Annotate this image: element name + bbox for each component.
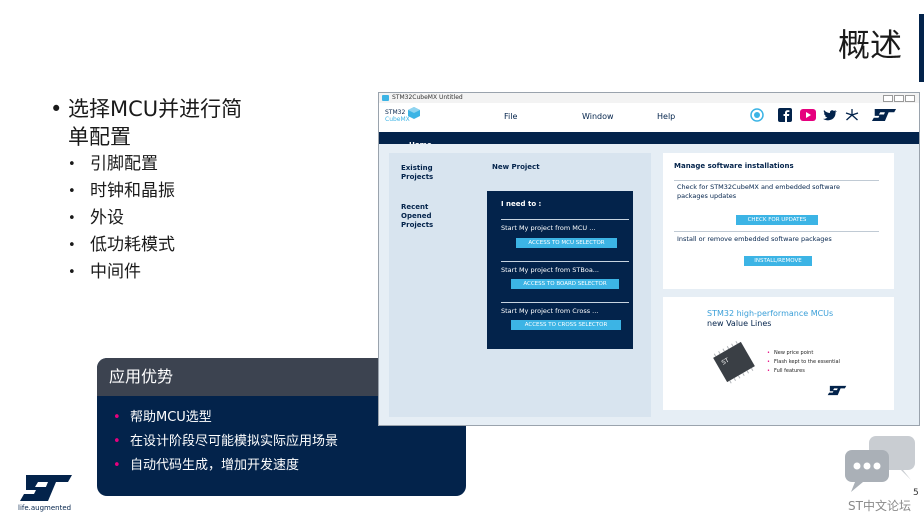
st-logo-icon[interactable]: [871, 108, 897, 122]
promo-subtitle: new Value Lines: [707, 319, 772, 328]
separator: [501, 219, 629, 220]
mcu-chip-icon: ST: [713, 341, 755, 384]
window-title: STM32CubeMX Untitled: [392, 94, 463, 101]
access-cross-selector-button[interactable]: ACCESS TO CROSS SELECTOR: [511, 320, 621, 330]
sub-bullet: • 中间件: [68, 262, 141, 282]
separator: [674, 180, 879, 181]
project-panel: Existing Projects Recent Opened Projects…: [389, 153, 651, 417]
option-board-text: Start My project from STBoa...: [501, 266, 599, 274]
advantage-item: • 在设计阶段尽可能模拟实际应用场景: [113, 434, 339, 449]
st-logo-icon: [827, 385, 847, 396]
bullet-main: • 选择MCU并进行简 单配置: [50, 97, 243, 149]
twitter-icon[interactable]: [823, 109, 837, 121]
slide-title: 概述: [837, 26, 902, 64]
close-button[interactable]: [905, 95, 915, 102]
title-accent-bar: [919, 14, 924, 82]
home-content: Existing Projects Recent Opened Projects…: [379, 144, 919, 425]
access-mcu-selector-button[interactable]: ACCESS TO MCU SELECTOR: [516, 238, 617, 248]
menu-help[interactable]: Help: [657, 112, 675, 121]
maximize-button[interactable]: [894, 95, 904, 102]
app-icon: [382, 95, 389, 101]
window-controls: [883, 95, 915, 102]
option-mcu-text: Start My project from MCU ...: [501, 224, 596, 232]
promo-panel[interactable]: STM32 high-performance MCUs new Value Li…: [663, 297, 894, 410]
bullet-main-line1: 选择MCU并进行简: [68, 97, 243, 121]
option-cross-text: Start My project from Cross ...: [501, 307, 599, 315]
manage-title: Manage software installations: [674, 162, 794, 170]
bullet-main-line2: 单配置: [68, 125, 131, 149]
new-project-label: New Project: [492, 163, 540, 171]
st-logo-icon: [20, 475, 72, 501]
cubemx-window: STM32CubeMX Untitled STM32 CubeMX File Wi…: [378, 92, 920, 426]
install-remove-button[interactable]: INSTALL/REMOVE: [744, 256, 812, 266]
window-titlebar: STM32CubeMX Untitled: [379, 93, 919, 103]
existing-projects-link[interactable]: Existing Projects: [401, 164, 446, 182]
check-for-updates-button[interactable]: CHECK FOR UPDATES: [736, 215, 818, 225]
separator: [501, 261, 629, 262]
page-number: 5: [913, 488, 919, 498]
forum-label: ST中文论坛: [848, 499, 911, 513]
advantage-item: • 自动代码生成，增加开发速度: [113, 458, 300, 473]
minimize-button[interactable]: [883, 95, 893, 102]
promo-feature: • Full features: [767, 368, 805, 374]
sub-bullet: • 引脚配置: [68, 154, 158, 174]
separator: [501, 302, 629, 303]
menu-window[interactable]: Window: [582, 112, 614, 121]
need-to-box: I need to : Start My project from MCU ..…: [487, 191, 633, 349]
manage-software-panel: Manage software installations Check for …: [663, 153, 894, 289]
menubar: STM32 CubeMX File Window Help: [379, 103, 919, 132]
access-board-selector-button[interactable]: ACCESS TO BOARD SELECTOR: [511, 279, 619, 289]
promo-title: STM32 high-performance MCUs: [707, 309, 834, 318]
facebook-icon[interactable]: [778, 108, 792, 122]
bullet-list: • 选择MCU并进行简 单配置 • 引脚配置 • 时钟和晶振 • 外设 • 低功耗模式 •…: [50, 95, 310, 286]
need-title: I need to :: [501, 200, 542, 208]
promo-feature: • Flash kept to the essential: [767, 359, 840, 365]
anniversary-badge-icon[interactable]: [750, 108, 764, 122]
check-updates-text: Check for STM32CubeMX and embedded softw…: [677, 183, 841, 200]
install-text: Install or remove embedded software pack…: [677, 235, 832, 243]
promo-features: • New price point • Flash kept to the esse…: [767, 349, 840, 376]
promo-feature: • New price point: [767, 350, 814, 356]
cubemx-logo: STM32 CubeMX: [385, 109, 410, 123]
tabbar: Home: [379, 132, 919, 149]
sub-bullet: • 时钟和晶振: [68, 181, 175, 201]
separator: [674, 231, 879, 232]
youtube-icon[interactable]: [800, 109, 816, 121]
tagline: life.augmented: [18, 504, 72, 512]
recent-projects-link[interactable]: Recent Opened Projects: [401, 203, 446, 230]
sub-bullet: • 低功耗模式: [68, 235, 175, 255]
network-icon[interactable]: [845, 108, 859, 122]
menu-file[interactable]: File: [504, 112, 517, 121]
cube-icon: [408, 107, 420, 119]
forum-chat-icon: [845, 436, 915, 492]
sub-bullet: • 外设: [68, 208, 124, 228]
